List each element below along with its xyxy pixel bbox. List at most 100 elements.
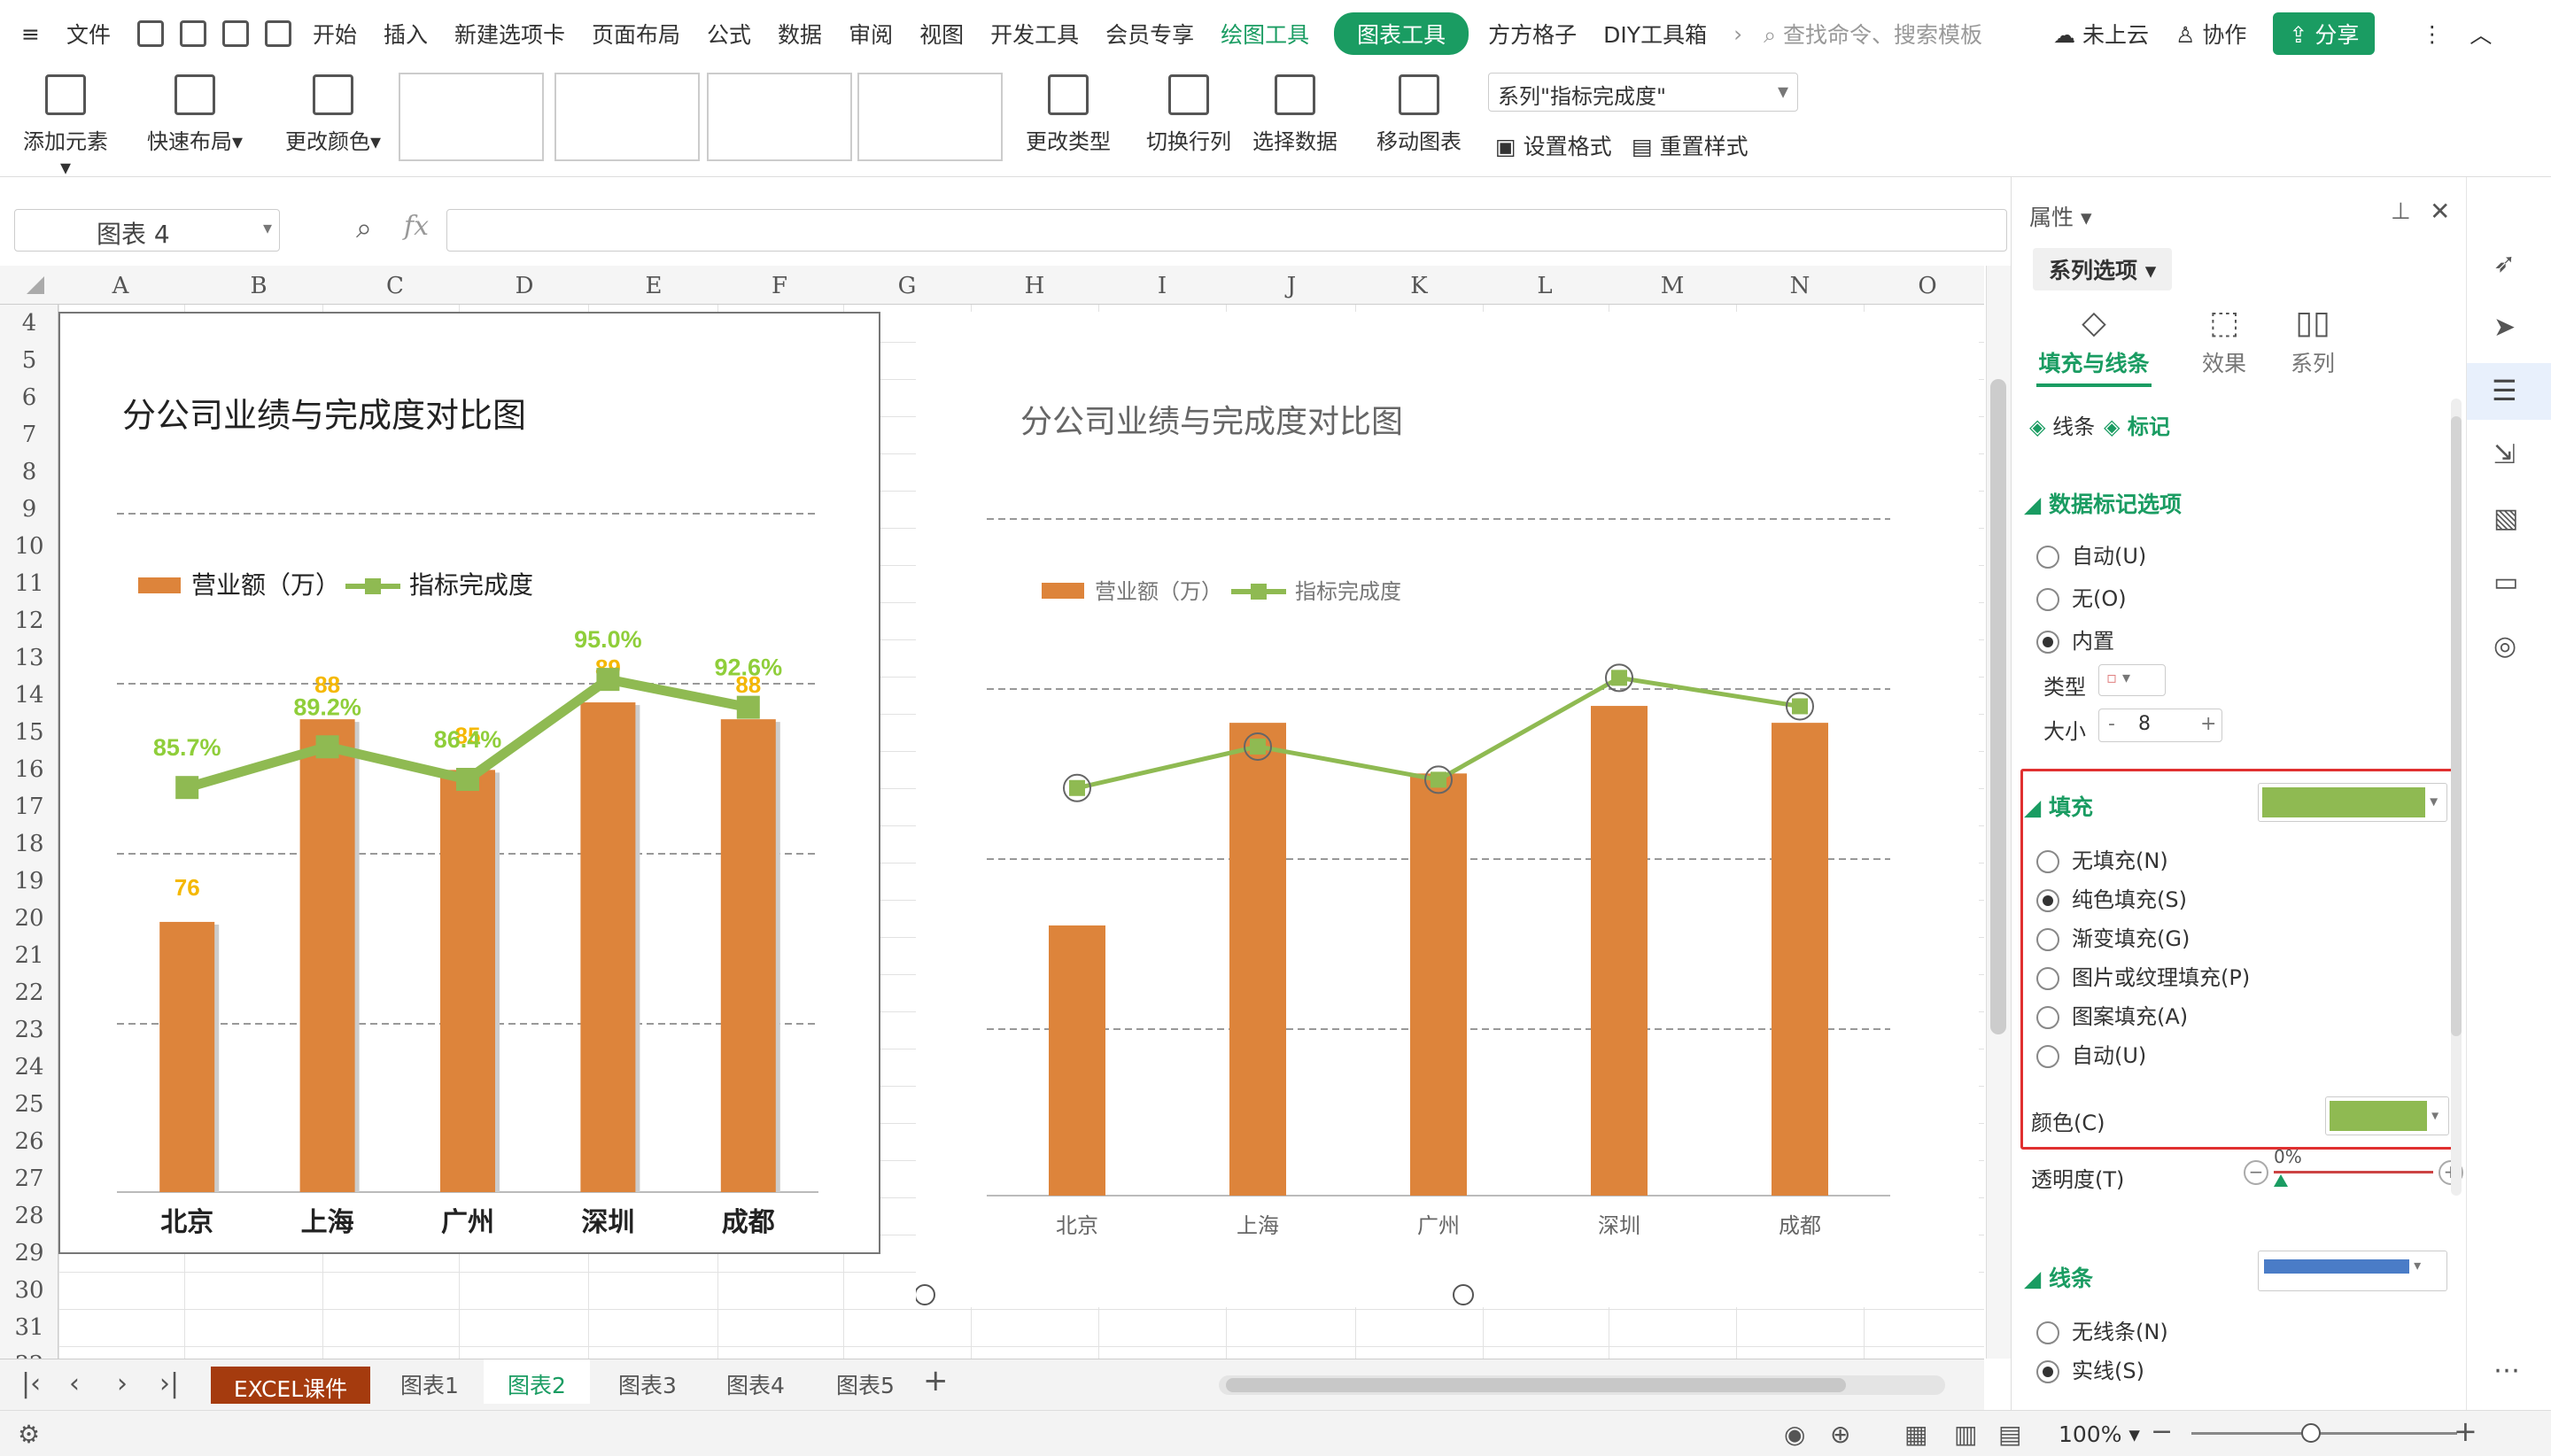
fill-section[interactable]: ◢ 填充 [2024,790,2093,822]
rocket-icon[interactable]: ➶ [2493,248,2516,279]
name-box[interactable]: 图表 4 ▾ [14,209,280,252]
panel-title[interactable]: 属性 ▾ [2029,200,2092,232]
column-header-N[interactable]: N [1736,273,1864,299]
marker-size-stepper[interactable]: - 8 + [2098,709,2222,742]
row-header-21[interactable]: 21 [0,942,58,969]
zoom-level[interactable]: 100% ▾ [2059,1421,2140,1447]
add-element-button[interactable]: 添加元素▾ [19,74,112,180]
first-sheet-icon[interactable]: |‹ [21,1368,41,1399]
row-header-11[interactable]: 11 [0,570,58,597]
line-radio-none[interactable]: 无线条(N) [2036,1314,2168,1345]
series-options-dropdown[interactable]: 系列选项 ▾ [2033,248,2173,290]
tab-draw-tools[interactable]: 绘图工具 [1221,18,1309,50]
file-menu[interactable]: 文件 [66,18,111,50]
row-header-28[interactable]: 28 [0,1203,58,1229]
compass-icon[interactable]: ◎ [2493,631,2516,662]
sheet-tab-excel[interactable]: EXCEL课件 [211,1367,370,1404]
row-header-8[interactable]: 8 [0,459,58,485]
line-radio-solid[interactable]: 实线(S) [2036,1353,2144,1384]
preview-icon[interactable] [264,20,291,47]
switch-rowcol-button[interactable]: 切换行列 [1143,74,1235,155]
hamburger-icon[interactable]: ≡ [21,21,40,47]
row-header-9[interactable]: 9 [0,496,58,523]
column-header-E[interactable]: E [590,273,717,299]
column-header-C[interactable]: C [331,273,459,299]
sheet-tab-chart3[interactable]: 图表3 [618,1368,677,1400]
column-header-O[interactable]: O [1864,273,1991,299]
line-section[interactable]: ◢ 线条 [2024,1261,2093,1293]
marker-radio-auto[interactable]: 自动(U) [2036,538,2146,569]
menu-page-layout[interactable]: 页面布局 [592,18,680,50]
sheet-tab-chart5[interactable]: 图表5 [836,1368,895,1400]
horizontal-scroll-thumb[interactable] [1226,1378,1846,1392]
fill-radio-gradient[interactable]: 渐变填充(G) [2036,921,2190,952]
chart-plain[interactable]: 分公司业绩与完成度对比图 营业额（万） 指标完成度 北京 上海 广州 深圳 成都 [914,312,1979,1307]
marker-size-value[interactable]: 8 [2138,713,2151,735]
menu-insert[interactable]: 插入 [384,18,428,50]
more-dots-icon[interactable]: ⋯ [2493,1355,2520,1386]
pointer-icon[interactable]: ➤ [2493,312,2516,343]
resize-icon[interactable]: ⇲ [2493,439,2516,470]
subtab-line[interactable]: ◈ 线条 [2029,409,2095,440]
column-header-G[interactable]: G [843,273,971,299]
tab-chart-tools[interactable]: 图表工具 [1334,12,1469,55]
horizontal-scrollbar[interactable] [1219,1375,1945,1395]
row-header-5[interactable]: 5 [0,347,58,374]
row-header-27[interactable]: 27 [0,1166,58,1192]
eye-protect-icon[interactable]: ◉ [1784,1420,1805,1449]
tab-effect[interactable]: ⬚ 效果 [2189,305,2260,378]
column-header-M[interactable]: M [1609,273,1736,299]
fx-icon[interactable]: fx [404,211,429,242]
formula-input[interactable] [446,209,2007,252]
row-header-14[interactable]: 14 [0,682,58,709]
pin-icon[interactable]: ⊥ [2391,198,2411,225]
zoom-slider-handle[interactable] [2301,1423,2321,1443]
panel-scrollbar[interactable] [2451,399,2462,1196]
row-header-18[interactable]: 18 [0,831,58,857]
share-button[interactable]: ⇪ 分享 [2273,12,2376,55]
column-header-F[interactable]: F [716,273,843,299]
zoom-out-icon[interactable]: − [2151,1416,2173,1447]
save-icon[interactable] [136,20,164,47]
row-header-17[interactable]: 17 [0,794,58,820]
collapse-icon[interactable]: ︿ [2470,18,2492,50]
sheet-tab-chart4[interactable]: 图表4 [726,1368,785,1400]
add-sheet-icon[interactable]: + [923,1363,949,1398]
tab-series[interactable]: ▯▯ 系列 [2277,305,2348,378]
center-icon[interactable]: ⊕ [1830,1420,1850,1449]
minus-icon[interactable]: - [2108,713,2115,735]
row-header-22[interactable]: 22 [0,980,58,1006]
fill-radio-none[interactable]: 无填充(N) [2036,843,2168,874]
last-sheet-icon[interactable]: ›| [159,1368,179,1399]
reset-style-button[interactable]: ▤ 重置样式 [1632,129,1748,161]
transparency-slider-handle[interactable] [2274,1174,2288,1187]
column-header-I[interactable]: I [1098,273,1226,299]
sheet-tab-chart1[interactable]: 图表1 [400,1368,459,1400]
row-header-20[interactable]: 20 [0,905,58,932]
break-view-icon[interactable]: ▤ [1998,1420,2021,1449]
column-header-D[interactable]: D [461,273,588,299]
select-all-icon[interactable] [27,276,44,294]
row-header-25[interactable]: 25 [0,1091,58,1118]
row-header-19[interactable]: 19 [0,868,58,895]
fill-radio-picture[interactable]: 图片或纹理填充(P) [2036,960,2250,991]
marker-type-dropdown[interactable]: ▫ ▾ [2098,664,2166,696]
subtab-marker[interactable]: ◈ 标记 [2104,409,2170,440]
normal-view-icon[interactable]: ▦ [1904,1420,1927,1449]
chevron-right-icon[interactable]: › [1733,21,1742,47]
set-format-button[interactable]: ▣ 设置格式 [1495,129,1612,161]
chart-style-thumb-2[interactable] [554,73,700,161]
quick-layout-button[interactable]: 快速布局▾ [142,74,248,155]
row-header-15[interactable]: 15 [0,719,58,746]
export-icon[interactable] [179,20,206,47]
move-chart-button[interactable]: 移动图表 [1373,74,1465,155]
series-select-dropdown[interactable]: 系列"指标完成度" ▾ [1488,73,1798,112]
column-header-B[interactable]: B [195,273,322,299]
marker-radio-builtin[interactable]: 内置 [2036,623,2114,654]
chart-style-thumb-1[interactable] [399,73,544,161]
fill-color-dropdown[interactable]: ▾ [2258,783,2447,822]
select-data-button[interactable]: 选择数据 [1249,74,1341,155]
next-sheet-icon[interactable]: › [117,1368,128,1399]
panel-scroll-thumb[interactable] [2451,416,2462,1036]
print-icon[interactable] [221,20,249,47]
